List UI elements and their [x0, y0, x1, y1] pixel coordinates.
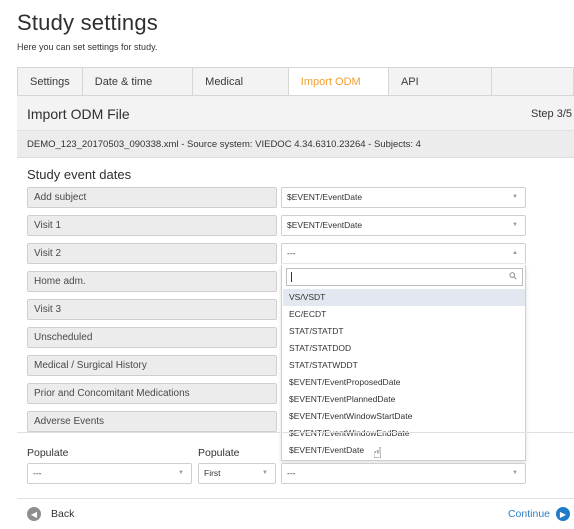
back-button[interactable]: ◀ Back: [27, 507, 74, 521]
dropdown-option[interactable]: $EVENT/EventProposedDate: [283, 374, 525, 391]
event-label-prior-medications: Prior and Concomitant Medications: [27, 383, 277, 404]
chevron-down-icon: ▼: [262, 470, 268, 476]
chevron-down-icon: ▼: [512, 194, 518, 200]
event-date-select-visit-1[interactable]: $EVENT/EventDate ▼: [281, 215, 526, 236]
populate-label: Populate: [27, 447, 69, 459]
back-label: Back: [51, 508, 75, 520]
source-info: DEMO_123_20170503_090338.xml - Source sy…: [17, 131, 574, 158]
dropdown-option[interactable]: $EVENT/EventPlannedDate: [283, 391, 525, 408]
panel-title: Import ODM File: [27, 106, 130, 122]
tab-bar: Settings Date & time format Medical Codi…: [17, 67, 574, 116]
dropdown-option[interactable]: $EVENT/EventWindowStartDate: [283, 408, 525, 425]
dropdown-option[interactable]: $EVENT/EventWindowEndDate: [283, 425, 525, 442]
tab-import-odm-file[interactable]: Import ODM File: [288, 68, 389, 116]
event-label-visit-2: Visit 2: [27, 243, 277, 264]
import-panel: Import ODM File Step 3/5 DEMO_123_201705…: [17, 95, 574, 529]
event-label-visit-1: Visit 1: [27, 215, 277, 236]
dropdown-option[interactable]: STAT/STATWDDT: [283, 357, 525, 374]
chevron-down-icon: ▼: [512, 222, 518, 228]
select-value: ---: [33, 468, 42, 478]
populate-source-select[interactable]: --- ▼: [281, 463, 526, 484]
panel-header: Import ODM File Step 3/5: [17, 95, 574, 131]
event-label-home-adm: Home adm.: [27, 271, 277, 292]
populate-order-select[interactable]: First ▼: [198, 463, 276, 484]
populate-label: Populate: [198, 447, 240, 459]
populate-select[interactable]: --- ▼: [27, 463, 192, 484]
tab-filler: [491, 68, 574, 95]
step-indicator: Step 3/5: [531, 108, 572, 120]
dropdown-search-input[interactable]: ⚲: [286, 268, 523, 286]
select-value: $EVENT/EventDate: [287, 220, 363, 230]
section-title: Study event dates: [27, 167, 132, 182]
arrow-left-icon: ◀: [27, 507, 41, 521]
event-date-select-add-subject[interactable]: $EVENT/EventDate ▼: [281, 187, 526, 208]
chevron-down-icon: ▼: [178, 470, 184, 476]
dropdown-option[interactable]: STAT/STATDT: [283, 323, 525, 340]
event-date-select-visit-2[interactable]: --- ▲: [281, 243, 526, 264]
search-icon: ⚲: [506, 270, 520, 283]
dropdown-option[interactable]: STAT/STATDOD: [283, 340, 525, 357]
event-label-visit-3: Visit 3: [27, 299, 277, 320]
dropdown-option[interactable]: $EVENT/EventDate: [283, 442, 525, 459]
divider: [17, 498, 574, 499]
select-value: ---: [287, 468, 296, 478]
dropdown-option[interactable]: VS/VSDT: [283, 289, 525, 306]
event-label-add-subject: Add subject: [27, 187, 277, 208]
event-label-medical-history: Medical / Surgical History: [27, 355, 277, 376]
select-value: $EVENT/EventDate: [287, 192, 363, 202]
hand-cursor-icon: ☝: [373, 445, 383, 462]
select-value: First: [204, 468, 221, 478]
chevron-down-icon: ▼: [512, 470, 518, 476]
page-subtitle: Here you can set settings for study.: [17, 42, 158, 52]
text-caret: [291, 272, 292, 282]
continue-label: Continue: [507, 508, 550, 520]
event-label-adverse-events: Adverse Events: [27, 411, 277, 432]
chevron-up-icon: ▲: [512, 250, 518, 256]
divider: [17, 432, 574, 433]
event-label-unscheduled: Unscheduled: [27, 327, 277, 348]
tab-settings[interactable]: Settings: [17, 68, 83, 96]
arrow-right-icon: ▶: [556, 507, 570, 521]
dropdown-option[interactable]: EC/ECDT: [283, 306, 525, 323]
tab-api-configuration[interactable]: API configuration: [388, 68, 492, 116]
page-title: Study settings: [17, 10, 158, 35]
tab-medical-coding[interactable]: Medical Coding: [193, 68, 289, 116]
select-value: ---: [287, 248, 296, 258]
tab-date-time-format[interactable]: Date & time format: [82, 68, 194, 116]
continue-button[interactable]: Continue ▶: [508, 507, 570, 521]
